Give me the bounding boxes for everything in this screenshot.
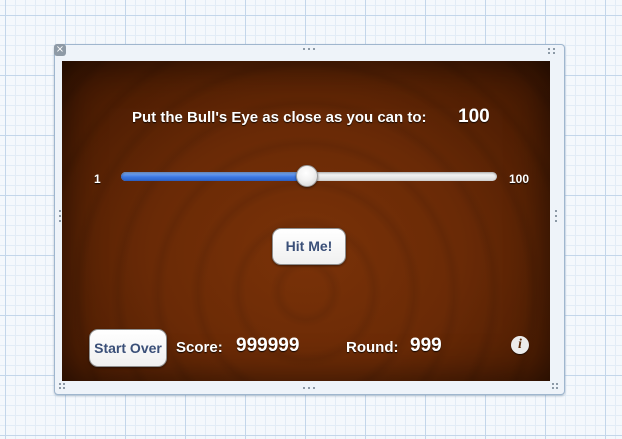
resize-handle-right[interactable] — [555, 210, 563, 224]
close-icon[interactable]: × — [54, 44, 66, 56]
resize-handle-bottom-right[interactable] — [552, 383, 560, 391]
slider-min-label: 1 — [94, 172, 101, 186]
round-label: Round: — [346, 339, 399, 356]
score-label: Score: — [176, 339, 223, 356]
slider-max-label: 100 — [509, 172, 530, 186]
info-icon[interactable]: i — [511, 336, 529, 354]
round-value: 999 — [410, 335, 442, 356]
slider[interactable] — [121, 165, 497, 187]
slider-fill — [121, 172, 308, 181]
start-over-button[interactable]: Start Over — [89, 329, 167, 367]
resize-handle-top[interactable] — [303, 48, 317, 56]
resize-handle-bottom-left[interactable] — [59, 383, 67, 391]
hit-me-button[interactable]: Hit Me! — [272, 228, 346, 265]
instruction-label: Put the Bull's Eye as close as you can t… — [132, 109, 427, 126]
score-value: 999999 — [236, 335, 300, 356]
resize-handle-bottom[interactable] — [303, 387, 317, 395]
slider-thumb[interactable] — [296, 165, 319, 187]
target-value: 100 — [458, 106, 490, 127]
resize-handle-top-right[interactable] — [548, 48, 562, 56]
